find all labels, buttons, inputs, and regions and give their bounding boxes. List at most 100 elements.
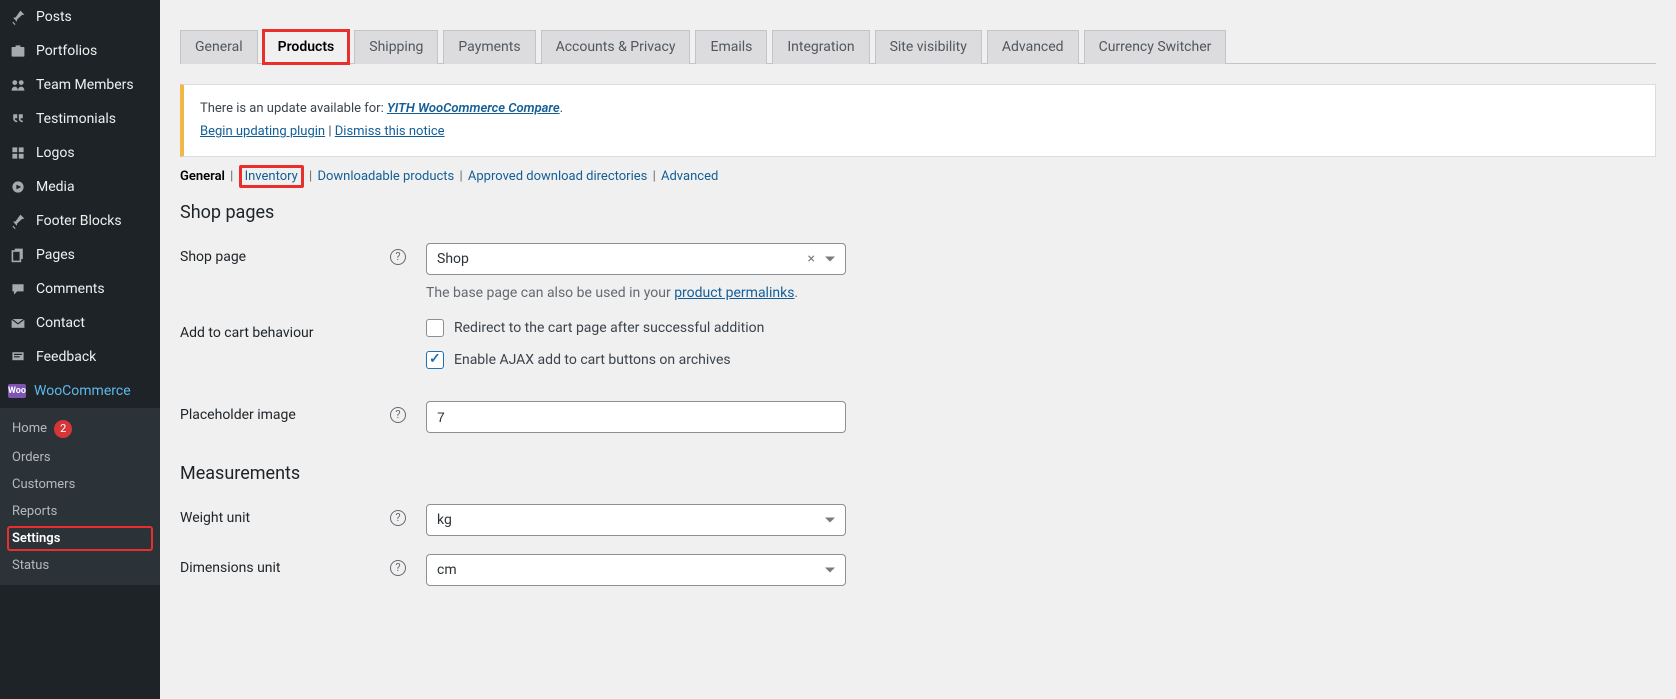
sidebar-item-comments[interactable]: Comments (0, 272, 160, 306)
help-icon[interactable]: ? (390, 407, 406, 423)
section-advanced[interactable]: Advanced (661, 169, 718, 184)
sidebar-item-portfolios[interactable]: Portfolios (0, 34, 160, 68)
admin-sidebar: Posts Portfolios Team Members Testimonia… (0, 0, 160, 699)
sidebar-label: Media (36, 179, 75, 195)
sidebar-item-woocommerce[interactable]: Woo WooCommerce (0, 374, 160, 408)
desc-prefix: The base page can also be used in your (426, 285, 674, 301)
checkbox-ajax[interactable]: Enable AJAX add to cart buttons on archi… (426, 351, 1186, 369)
sidebar-label: Portfolios (36, 43, 97, 59)
section-title-measurements: Measurements (180, 463, 1656, 484)
select-value: Shop (437, 251, 469, 267)
checkbox-redirect[interactable]: Redirect to the cart page after successf… (426, 319, 1186, 337)
select-value: kg (437, 512, 452, 528)
mail-icon (8, 313, 28, 333)
sidebar-item-feedback[interactable]: Feedback (0, 340, 160, 374)
chevron-down-icon (825, 517, 835, 522)
notice-suffix: . (560, 101, 563, 116)
begin-update-link[interactable]: Begin updating plugin (200, 124, 325, 139)
section-downloadable[interactable]: Downloadable products (317, 169, 454, 184)
section-title-shop-pages: Shop pages (180, 202, 1656, 223)
label-weight: Weight unit (180, 510, 250, 526)
submenu-settings[interactable]: Settings (8, 527, 152, 550)
pin-icon (8, 211, 28, 231)
pin-icon (8, 7, 28, 27)
row-dimensions-unit: Dimensions unit ? cm (180, 554, 1656, 586)
notice-plugin-link[interactable]: YITH WooCommerce Compare (387, 101, 560, 116)
settings-tabs: General Products Shipping Payments Accou… (180, 0, 1656, 64)
tab-general[interactable]: General (180, 30, 258, 64)
content-area: General Products Shipping Payments Accou… (160, 0, 1676, 699)
product-permalinks-link[interactable]: product permalinks (674, 285, 794, 301)
tab-products[interactable]: Products (263, 30, 350, 64)
tab-advanced[interactable]: Advanced (987, 30, 1079, 64)
row-add-to-cart: Add to cart behaviour Redirect to the ca… (180, 319, 1656, 383)
submenu-status[interactable]: Status (0, 552, 160, 579)
label-dimensions: Dimensions unit (180, 560, 281, 576)
sidebar-item-posts[interactable]: Posts (0, 0, 160, 34)
submenu-orders[interactable]: Orders (0, 444, 160, 471)
pages-icon (8, 245, 28, 265)
sidebar-label: Pages (36, 247, 75, 263)
portfolio-icon (8, 41, 28, 61)
media-icon (8, 177, 28, 197)
shop-page-select[interactable]: Shop × (426, 243, 846, 275)
sidebar-label: Footer Blocks (36, 213, 122, 229)
home-badge: 2 (54, 420, 72, 438)
help-icon[interactable]: ? (390, 249, 406, 265)
sidebar-item-testimonials[interactable]: Testimonials (0, 102, 160, 136)
help-icon[interactable]: ? (390, 560, 406, 576)
tab-accounts[interactable]: Accounts & Privacy (541, 30, 691, 64)
notice-prefix: There is an update available for: (200, 101, 387, 116)
label-placeholder: Placeholder image (180, 407, 296, 423)
grid-icon (8, 143, 28, 163)
row-placeholder-image: Placeholder image ? (180, 401, 1656, 433)
woocommerce-icon: Woo (8, 384, 26, 398)
section-inventory[interactable]: Inventory (239, 165, 304, 188)
checkbox-label: Redirect to the cart page after successf… (454, 320, 764, 336)
chevron-down-icon (825, 256, 835, 261)
tab-currency[interactable]: Currency Switcher (1084, 30, 1227, 64)
section-general[interactable]: General (180, 169, 225, 184)
woocommerce-submenu: Home 2 Orders Customers Reports Settings… (0, 408, 160, 585)
label-shop-page: Shop page (180, 249, 246, 265)
feedback-icon (8, 347, 28, 367)
checkbox-ajax-input[interactable] (426, 351, 444, 369)
label-add-to-cart: Add to cart behaviour (180, 325, 314, 341)
row-weight-unit: Weight unit ? kg (180, 504, 1656, 536)
dimensions-unit-select[interactable]: cm (426, 554, 846, 586)
dismiss-notice-link[interactable]: Dismiss this notice (335, 124, 445, 139)
tab-emails[interactable]: Emails (695, 30, 767, 64)
comment-icon (8, 279, 28, 299)
help-icon[interactable]: ? (390, 510, 406, 526)
sidebar-item-footer-blocks[interactable]: Footer Blocks (0, 204, 160, 238)
checkbox-redirect-input[interactable] (426, 319, 444, 337)
sidebar-item-media[interactable]: Media (0, 170, 160, 204)
sidebar-label: WooCommerce (34, 383, 131, 399)
tab-payments[interactable]: Payments (443, 30, 535, 64)
tab-integration[interactable]: Integration (772, 30, 869, 64)
submenu-reports[interactable]: Reports (0, 498, 160, 525)
sidebar-label: Comments (36, 281, 105, 297)
submenu-customers[interactable]: Customers (0, 471, 160, 498)
group-icon (8, 75, 28, 95)
weight-unit-select[interactable]: kg (426, 504, 846, 536)
sidebar-label: Contact (36, 315, 85, 331)
products-sections-nav: General | Inventory | Downloadable produ… (180, 169, 1656, 184)
sidebar-label: Feedback (36, 349, 96, 365)
chevron-down-icon (825, 567, 835, 572)
tab-visibility[interactable]: Site visibility (875, 30, 982, 64)
tab-shipping[interactable]: Shipping (354, 30, 438, 64)
submenu-home[interactable]: Home 2 (0, 414, 160, 444)
section-approved[interactable]: Approved download directories (468, 169, 647, 184)
clear-icon[interactable]: × (808, 251, 815, 267)
desc-suffix: . (794, 285, 798, 301)
quote-icon (8, 109, 28, 129)
sidebar-item-logos[interactable]: Logos (0, 136, 160, 170)
sidebar-label: Logos (36, 145, 75, 161)
notice-sep: | (325, 124, 335, 139)
sidebar-item-team-members[interactable]: Team Members (0, 68, 160, 102)
placeholder-image-input[interactable] (426, 401, 846, 433)
sidebar-item-contact[interactable]: Contact (0, 306, 160, 340)
sidebar-item-pages[interactable]: Pages (0, 238, 160, 272)
checkbox-label: Enable AJAX add to cart buttons on archi… (454, 352, 731, 368)
